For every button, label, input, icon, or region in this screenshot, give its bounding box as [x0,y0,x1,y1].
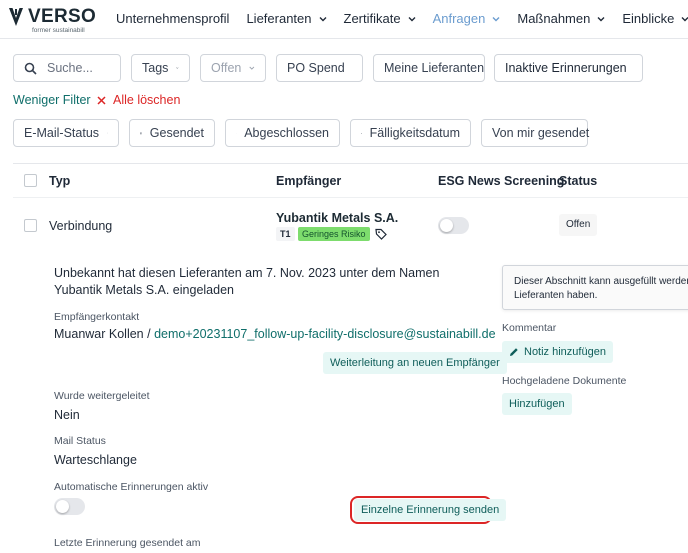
sent-label: Gesendet [149,126,204,140]
nav-item-label: Anfragen [432,11,486,26]
calendar-icon [140,132,142,134]
chevron-down-icon [107,132,108,134]
mail-status-value: Warteschlange [54,453,137,467]
chevron-down-icon [408,16,416,21]
nav-item-einblicke[interactable]: Einblicke [622,11,688,26]
add-note-label: Notiz hinzufügen [524,346,606,358]
contact-value: Muanwar Kollen / demo+20231107_follow-up… [54,327,496,341]
completed-date-filter[interactable]: Abgeschlossen [225,119,340,147]
toggle-knob [440,219,453,232]
pencil-icon [510,348,518,356]
risk-badge: Geringes Risiko [298,227,370,241]
select-all-checkbox[interactable] [24,174,37,187]
top-navigation: VERSO former sustainabill Unternehmenspr… [0,0,688,37]
search-placeholder: Suche... [47,61,93,75]
verso-logo[interactable]: VERSO former sustainabill [8,5,97,34]
tier-badge: T1 [276,227,295,241]
main-nav: Unternehmensprofil Lieferanten Zertifika… [116,0,688,37]
clear-all-label: Alle löschen [113,93,181,107]
chevron-down-icon [681,16,688,21]
contact-name: Muanwar Kollen / [54,327,155,341]
invite-info-text: Unbekannt hat diesen Lieferanten am 7. N… [54,266,440,297]
nav-item-label: Maßnahmen [517,11,591,26]
my-suppliers-filter[interactable]: Meine Lieferanten [373,54,485,82]
info-note-line-1: Dieser Abschnitt kann ausgefüllt werden [514,276,688,287]
column-header-recipient[interactable]: Empfänger [276,174,341,188]
row-checkbox[interactable] [24,219,37,232]
forwarded-value: Nein [54,408,80,422]
due-date-filter[interactable]: Fälligkeitsdatum [350,119,471,147]
uploaded-docs-label: Hochgeladene Dokumente [502,375,627,387]
email-status-dropdown[interactable]: E-Mail-Status [13,119,119,147]
sent-by-me-filter[interactable]: Von mir gesendet [481,119,590,147]
search-input[interactable]: Suche... [13,54,121,82]
auto-reminders-toggle[interactable] [54,498,85,515]
due-date-label: Fälligkeitsdatum [369,126,460,140]
nav-item-zertifikate[interactable]: Zertifikate [344,11,416,26]
close-icon [97,95,106,105]
column-header-type[interactable]: Typ [49,174,70,188]
info-note-box: Dieser Abschnitt kann ausgefüllt werden … [502,265,688,310]
my-suppliers-label: Meine Lieferanten [384,61,485,75]
po-spend-dropdown[interactable]: PO Spend [276,54,363,82]
chevron-down-icon [492,16,500,21]
nav-item-label: Unternehmensprofil [116,11,230,26]
tags-dropdown[interactable]: Tags [131,54,190,82]
sent-date-filter[interactable]: Gesendet [129,119,215,147]
contact-label: Empfängerkontakt [54,311,140,323]
chevron-down-icon [249,66,255,70]
column-header-status[interactable]: Status [559,174,597,188]
search-icon [24,62,37,75]
brand-tagline: former sustainabill [32,27,85,34]
comment-label: Kommentar [502,322,557,334]
status-dropdown[interactable]: Offen [200,54,266,82]
status-filter-label: Offen [211,61,242,75]
mail-status-label: Mail Status [54,435,106,447]
toggle-knob [56,500,69,513]
nav-item-lieferanten[interactable]: Lieferanten [246,11,327,26]
column-header-esg[interactable]: ESG News Screening [438,174,564,188]
forwarded-label: Wurde weitergeleitet [54,390,150,402]
chevron-down-icon [597,16,605,21]
add-document-button[interactable]: Hinzufügen [502,393,572,415]
header-row-divider [13,197,688,198]
verso-logo-mark-icon [9,8,23,26]
info-note-line-2: Lieferanten haben. [514,290,598,301]
nav-item-label: Lieferanten [246,11,312,26]
esg-screening-toggle[interactable] [438,217,469,234]
email-status-label: E-Mail-Status [24,126,100,140]
table-top-divider [13,163,688,164]
inactive-reminders-filter[interactable]: Inaktive Erinnerungen [494,54,643,82]
status-badge: Offen [559,214,598,236]
chevron-down-icon [176,67,179,69]
nav-item-label: Zertifikate [343,11,401,26]
row-type: Verbindung [49,219,113,233]
last-reminder-label: Letzte Erinnerung gesendet am [54,537,201,549]
completed-label: Abgeschlossen [244,126,329,140]
add-note-button[interactable]: Notiz hinzufügen [502,341,613,363]
nav-item-massnahmen[interactable]: Maßnahmen [517,11,605,26]
sent-by-me-label: Von mir gesendet [492,126,590,140]
auto-reminders-label: Automatische Erinnerungen aktiv [54,481,209,493]
supplier-name-link[interactable]: Yubantik Metals S.A. [276,211,398,225]
contact-email-link[interactable]: demo+20231107_follow-up-facility-disclos… [154,327,495,341]
brand-name: VERSO [28,6,97,27]
nav-item-label: Einblicke [622,11,675,26]
inactive-reminders-label: Inaktive Erinnerungen [505,61,627,75]
clear-all-link[interactable]: Alle löschen [97,93,180,107]
tags-label: Tags [142,61,169,75]
tag-icon[interactable] [375,228,387,240]
send-reminder-button[interactable]: Einzelne Erinnerung senden [354,499,507,521]
less-filter-link[interactable]: Weniger Filter [13,93,91,107]
chevron-down-icon [319,16,327,21]
forward-recipient-button[interactable]: Weiterleitung an neuen Empfänger [323,352,507,374]
po-spend-label: PO Spend [287,61,345,75]
nav-item-anfragen[interactable]: Anfragen [433,11,501,26]
header-divider [0,38,688,39]
nav-item-unternehmensprofil[interactable]: Unternehmensprofil [116,11,229,26]
calendar-icon [361,132,362,134]
